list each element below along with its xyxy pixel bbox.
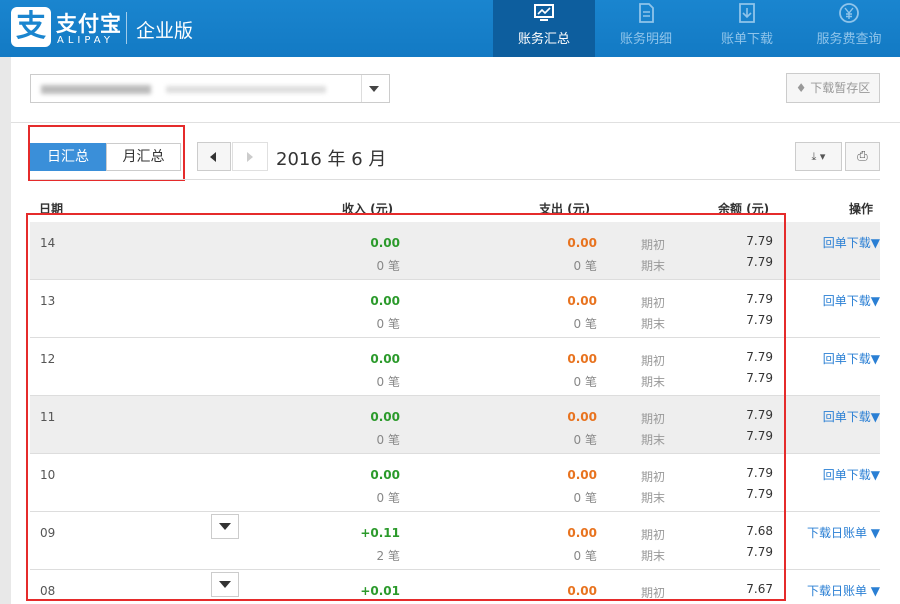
monitor-icon <box>534 4 554 21</box>
tab-label: 服务费查询 <box>816 32 882 47</box>
header-action: 操作 <box>849 202 874 216</box>
highlight-box-table <box>26 213 786 601</box>
receipt-download-link[interactable]: 回单下载▼ <box>823 466 880 483</box>
tab-bill-download[interactable]: 账单下载 <box>696 0 798 57</box>
daily-bill-download-link[interactable]: 下载日账单 ▼ <box>807 524 880 541</box>
tab-account-detail[interactable]: 账务明细 <box>595 0 697 57</box>
tag-icon: ♦ <box>795 81 811 95</box>
document-icon <box>639 3 654 23</box>
daily-summary-button[interactable]: 日汇总 <box>30 143 106 171</box>
redacted-account <box>41 83 341 95</box>
top-header: 支 支付宝 ALIPAY 企业版 账务汇总 账务明细 账单下载 服务费查询 <box>0 0 900 57</box>
receipt-download-link[interactable]: 回单下载▼ <box>823 408 880 425</box>
tab-label: 账单下载 <box>720 32 773 47</box>
brand-name: 支付宝 <box>56 12 122 36</box>
divider <box>30 179 880 180</box>
monthly-summary-button[interactable]: 月汇总 <box>106 143 181 171</box>
receipt-download-link[interactable]: 回单下载▼ <box>823 350 880 367</box>
receipt-download-link[interactable]: 回单下载▼ <box>823 292 880 309</box>
receipt-download-link[interactable]: 回单下载▼ <box>823 234 880 251</box>
period-label: 2016 年 6 月 <box>276 149 387 170</box>
export-button[interactable]: ⤓ ▾ <box>795 142 842 171</box>
brand-name-en: ALIPAY <box>57 35 114 46</box>
print-button[interactable]: ⎙ <box>845 142 880 171</box>
download-icon <box>739 3 755 23</box>
main-panel: ♦ 下载暂存区 日汇总 月汇总 2016 年 6 月 ⤓ ▾ ⎙ 日期 收入 (… <box>11 57 900 604</box>
yen-icon <box>839 3 859 23</box>
tab-label: 账务汇总 <box>517 32 570 47</box>
tab-account-summary[interactable]: 账务汇总 <box>493 0 595 57</box>
edition-label: 企业版 <box>136 20 194 42</box>
next-month-button[interactable] <box>232 142 268 171</box>
download-area-button[interactable]: ♦ 下载暂存区 <box>786 73 880 103</box>
brand-separator <box>126 12 127 44</box>
prev-month-button[interactable] <box>197 142 231 171</box>
account-select[interactable] <box>30 74 390 103</box>
tab-label: 账务明细 <box>619 32 672 47</box>
alipay-logo[interactable]: 支 <box>11 7 51 47</box>
tab-service-fee[interactable]: 服务费查询 <box>798 0 900 57</box>
chevron-down-icon[interactable] <box>361 75 385 102</box>
download-area-label: 下载暂存区 <box>810 81 871 95</box>
divider <box>11 122 900 123</box>
daily-bill-download-link[interactable]: 下载日账单 ▼ <box>807 582 880 599</box>
